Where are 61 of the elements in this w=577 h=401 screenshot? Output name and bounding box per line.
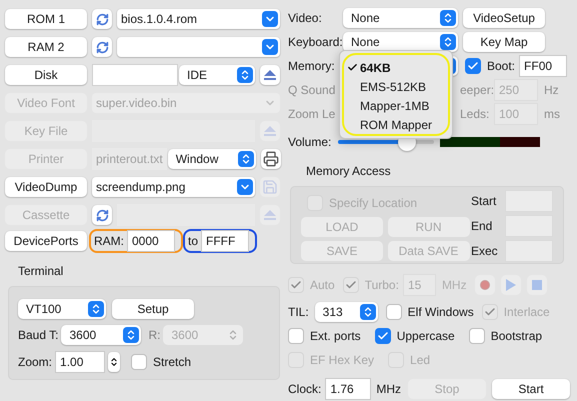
file-button[interactable]: VideoDump	[5, 177, 87, 197]
checkbox-label: Turbo:	[364, 276, 399, 294]
label: Q Sound	[288, 83, 336, 97]
checkbox-label: Auto	[310, 276, 335, 294]
checkbox-label: Ext. ports	[310, 328, 361, 346]
input-field[interactable]: 0000	[127, 230, 175, 252]
checkbox-label: Boot:	[487, 58, 516, 75]
menu-item[interactable]: 64KB	[344, 58, 448, 77]
checkbox-label: Stretch	[153, 354, 192, 371]
clock-field[interactable]: 1.76	[325, 378, 372, 400]
keyboard-select[interactable]: None	[343, 32, 458, 52]
label: Baud T:	[18, 327, 58, 344]
label: Zoom Le	[288, 107, 336, 121]
checkbox-label: Interlace	[504, 304, 550, 321]
label: Zoom:	[18, 354, 52, 371]
combo-box[interactable]: screendump.png	[92, 177, 255, 197]
label: R:	[148, 327, 160, 344]
label: Memory Access	[306, 164, 391, 178]
label: TIL:	[288, 304, 309, 321]
terminal-select[interactable]: VT100	[18, 299, 106, 319]
label: Exec	[471, 243, 498, 260]
label: Terminal	[18, 264, 64, 278]
zoom-field[interactable]: 1.00	[55, 351, 106, 373]
setup-button[interactable]: Setup	[112, 299, 194, 319]
checkbox-label: Elf Windows	[408, 304, 474, 321]
til-select[interactable]: 313	[314, 302, 378, 322]
boot-field[interactable]: FF00	[519, 55, 568, 77]
input-field[interactable]: FFFF	[201, 230, 250, 252]
checkbox-label: Led	[410, 352, 430, 369]
combo-box[interactable]: bios.1.0.4.rom	[117, 9, 280, 29]
checkbox-label: EF Hex Key	[310, 352, 374, 369]
label: RAM:	[94, 233, 124, 250]
label: Start	[471, 193, 496, 210]
file-button[interactable]: ROM 1	[5, 9, 87, 29]
menu-item[interactable]: Mapper-1MB	[344, 96, 448, 115]
baud-select[interactable]: 3600	[61, 325, 142, 345]
label: Volume:	[288, 135, 332, 150]
label: eeper:	[460, 83, 494, 97]
label: Leds:	[460, 107, 490, 121]
video-select[interactable]: None	[343, 8, 458, 28]
label: Clock:	[288, 380, 322, 398]
label: Video:	[288, 11, 322, 25]
label: ms	[544, 107, 560, 121]
file-button[interactable]: RAM 2	[5, 37, 87, 57]
start-button[interactable]: Start	[492, 378, 570, 399]
video-setup-button[interactable]: VideoSetup	[463, 8, 545, 28]
checkbox-label: Bootstrap	[490, 328, 542, 346]
key-map-button[interactable]: Key Map	[463, 32, 545, 52]
menu-item[interactable]: EMS-512KB	[344, 77, 448, 96]
popup-select[interactable]: IDE	[179, 65, 255, 85]
label: Hz	[544, 83, 559, 97]
device-ports-button[interactable]: DevicePorts	[5, 231, 87, 251]
label: MHz	[376, 380, 402, 398]
menu-item[interactable]: ROM Mapper	[344, 115, 448, 134]
file-button[interactable]: Disk	[5, 65, 87, 85]
popup-select[interactable]: Window	[168, 149, 256, 169]
label: Keyboard:	[288, 35, 343, 49]
label: to	[188, 233, 198, 250]
label: End	[471, 218, 492, 236]
checkbox-label: Uppercase	[396, 328, 455, 346]
label: Memory:	[288, 59, 335, 73]
